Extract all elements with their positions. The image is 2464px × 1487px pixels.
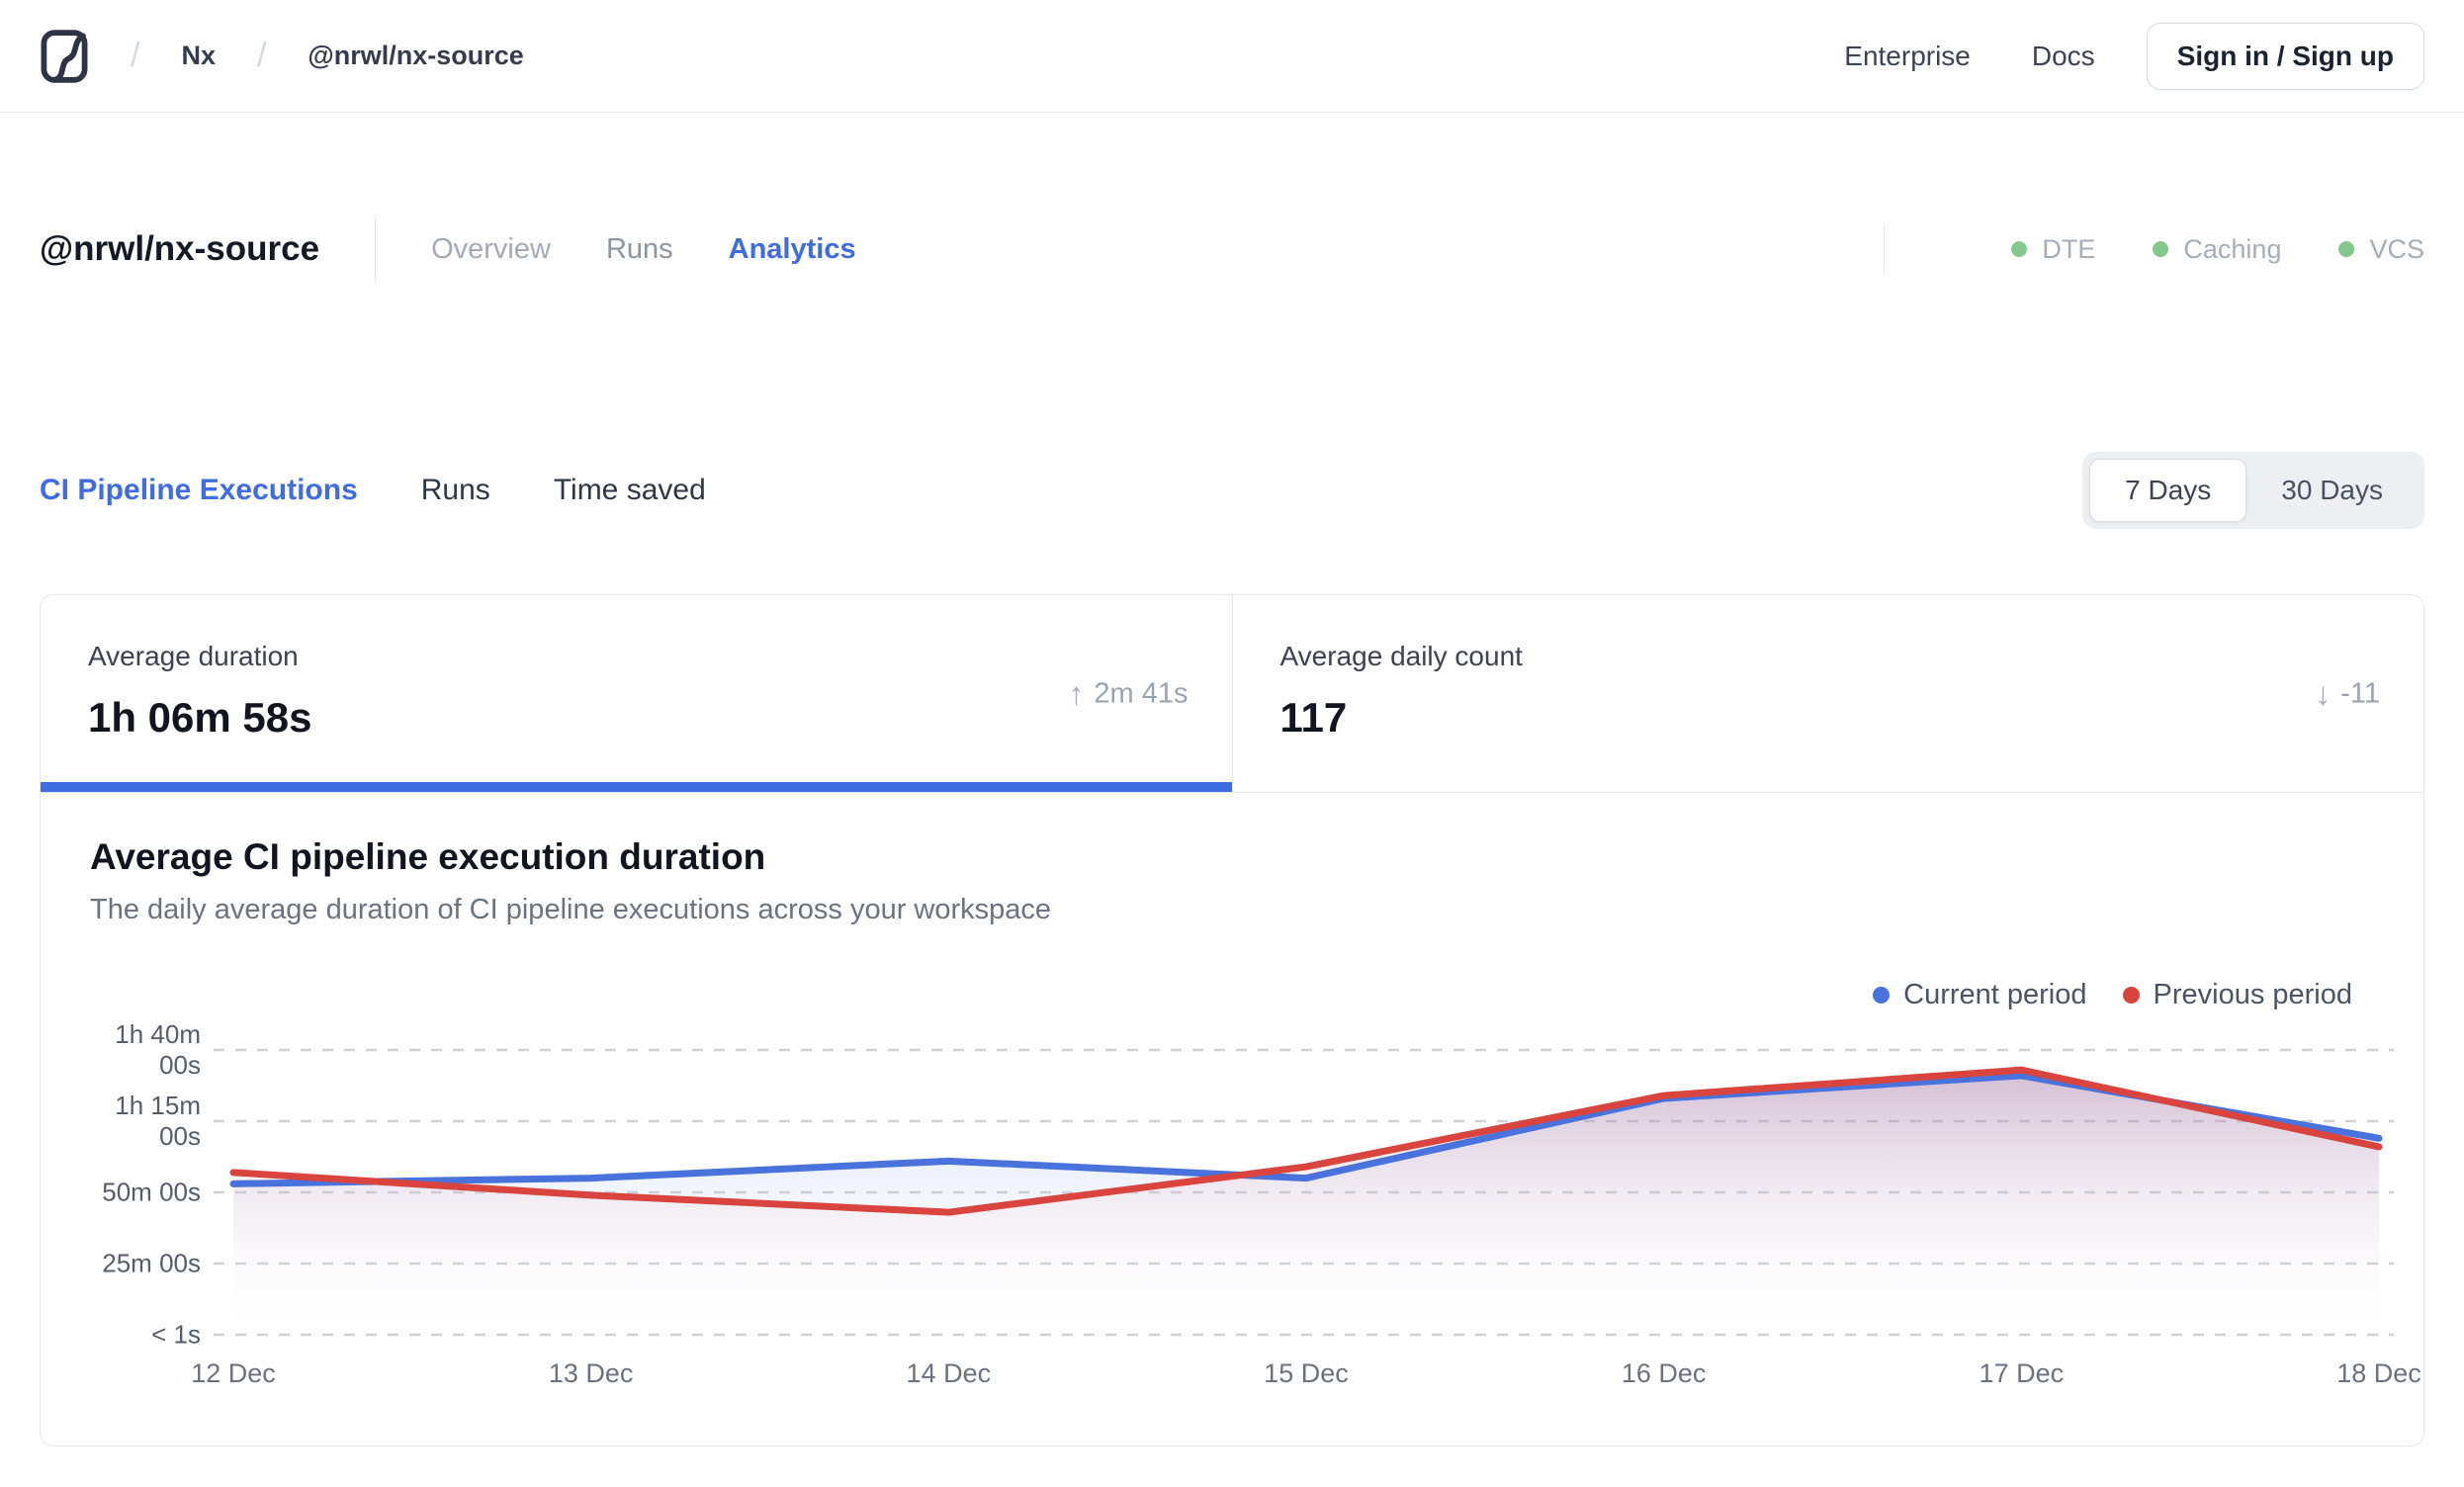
chart-title: Average CI pipeline execution duration — [90, 836, 766, 877]
status-badge-vcs: VCS — [2338, 234, 2424, 265]
status-dot-icon — [2153, 241, 2169, 257]
y-axis-tick-label: 1h 40m 00s — [115, 1019, 201, 1080]
y-axis-tick-label: 1h 15m 00s — [115, 1091, 201, 1151]
chart-subtitle: The daily average duration of CI pipelin… — [90, 894, 1052, 925]
y-axis-tick-label: 50m 00s — [102, 1177, 201, 1207]
status-dot-icon — [2011, 241, 2028, 257]
workspace-title: @nrwl/nx-source — [40, 229, 320, 268]
stat-delta: ↓ -11 — [2315, 675, 2380, 712]
tab-analytics[interactable]: Analytics — [729, 233, 856, 266]
date-range-toggle: 7 Days 30 Days — [2082, 452, 2424, 529]
stat-delta: ↑ 2m 41s — [1068, 675, 1188, 712]
workspace-status-badges: DTE Caching VCS — [1884, 224, 2424, 274]
nx-cloud-logo[interactable] — [40, 29, 89, 84]
legend-item-current-period[interactable]: Current period — [1873, 979, 2087, 1011]
stat-value: 1h 06m 58s — [88, 694, 312, 741]
stat-value: 117 — [1279, 694, 1348, 741]
chart-x-axis: 12 Dec 13 Dec 14 Dec 15 Dec 16 Dec 17 Dec 18 D… — [191, 1358, 2421, 1398]
arrow-up-icon: ↑ — [1068, 675, 1085, 711]
status-dot-icon — [2338, 241, 2355, 257]
legend-item-previous-period[interactable]: Previous period — [2122, 979, 2353, 1011]
status-badge-dte: DTE — [2011, 234, 2095, 265]
arrow-down-icon: ↓ — [2315, 675, 2332, 711]
chart-legend: Current period Previous period — [1873, 979, 2352, 1011]
tab-runs[interactable]: Runs — [606, 233, 673, 266]
area-fill-previous — [233, 1070, 2379, 1335]
breadcrumb-workspace[interactable]: @nrwl/nx-source — [308, 41, 523, 71]
analytics-tabs-row: CI Pipeline Executions Runs Time saved 7… — [0, 451, 2464, 530]
status-label: Caching — [2183, 233, 2282, 264]
range-option-7-days[interactable]: 7 Days — [2089, 459, 2247, 522]
tab-analytics-runs[interactable]: Runs — [421, 474, 490, 507]
y-axis-tick-label: < 1s — [151, 1319, 201, 1350]
x-axis-tick-label: 13 Dec — [548, 1358, 634, 1388]
breadcrumb-org[interactable]: Nx — [181, 41, 216, 71]
workspace-header: @nrwl/nx-source Overview Runs Analytics … — [0, 212, 2464, 287]
docs-link[interactable]: Docs — [2032, 41, 2095, 72]
ci-pipeline-panel: Average duration 1h 06m 58s ↑ 2m 41s Ave… — [40, 594, 2424, 1446]
tab-overview[interactable]: Overview — [431, 233, 551, 266]
stat-label: Average duration — [88, 641, 299, 671]
divider — [1884, 224, 1886, 274]
stat-delta-value: 2m 41s — [1094, 677, 1188, 709]
x-axis-tick-label: 17 Dec — [1979, 1358, 2065, 1388]
legend-label: Previous period — [2153, 979, 2353, 1010]
workspace-tabs: Overview Runs Analytics — [431, 233, 856, 266]
legend-label: Current period — [1903, 979, 2087, 1010]
x-axis-tick-label: 15 Dec — [1264, 1358, 1349, 1388]
analytics-tabs: CI Pipeline Executions Runs Time saved — [40, 474, 706, 507]
enterprise-link[interactable]: Enterprise — [1844, 41, 1971, 72]
stat-cards-row: Average duration 1h 06m 58s ↑ 2m 41s Ave… — [41, 595, 2423, 793]
duration-chart-svg — [214, 1048, 2394, 1337]
range-option-30-days[interactable]: 30 Days — [2246, 460, 2418, 521]
top-navigation-bar: / Nx / @nrwl/nx-source Enterprise Docs S… — [0, 0, 2464, 113]
y-axis-tick-label: 25m 00s — [102, 1248, 201, 1278]
x-axis-tick-label: 16 Dec — [1621, 1358, 1707, 1388]
chart-y-axis: 1h 40m 00s 1h 15m 00s 50m 00s 25m 00s < 1s — [41, 1019, 201, 1350]
status-label: DTE — [2042, 233, 2096, 264]
tab-time-saved[interactable]: Time saved — [554, 474, 706, 507]
sign-in-button[interactable]: Sign in / Sign up — [2146, 22, 2424, 90]
status-label: VCS — [2369, 233, 2424, 264]
stat-delta-value: -11 — [2340, 677, 2380, 709]
chart-section: Average CI pipeline execution duration T… — [41, 793, 2423, 1445]
legend-dot-icon — [1873, 987, 1891, 1004]
divider — [375, 217, 377, 282]
chart-plot-area — [214, 1040, 2399, 1337]
stat-card-average-daily-count[interactable]: Average daily count 117 ↓ -11 — [1233, 595, 2424, 792]
stat-label: Average daily count — [1279, 641, 1523, 671]
breadcrumb-separator: / — [131, 37, 140, 74]
breadcrumb-separator: / — [256, 37, 267, 74]
legend-dot-icon — [2122, 987, 2140, 1004]
selected-card-indicator — [41, 782, 1232, 792]
stat-card-average-duration[interactable]: Average duration 1h 06m 58s ↑ 2m 41s — [41, 595, 1233, 792]
x-axis-tick-label: 18 Dec — [2336, 1358, 2421, 1388]
tab-ci-pipeline-executions[interactable]: CI Pipeline Executions — [40, 474, 358, 507]
x-axis-tick-label: 14 Dec — [906, 1358, 992, 1388]
nx-cloud-logo-icon — [41, 29, 88, 83]
x-axis-tick-label: 12 Dec — [191, 1358, 276, 1388]
status-badge-caching: Caching — [2153, 234, 2281, 265]
